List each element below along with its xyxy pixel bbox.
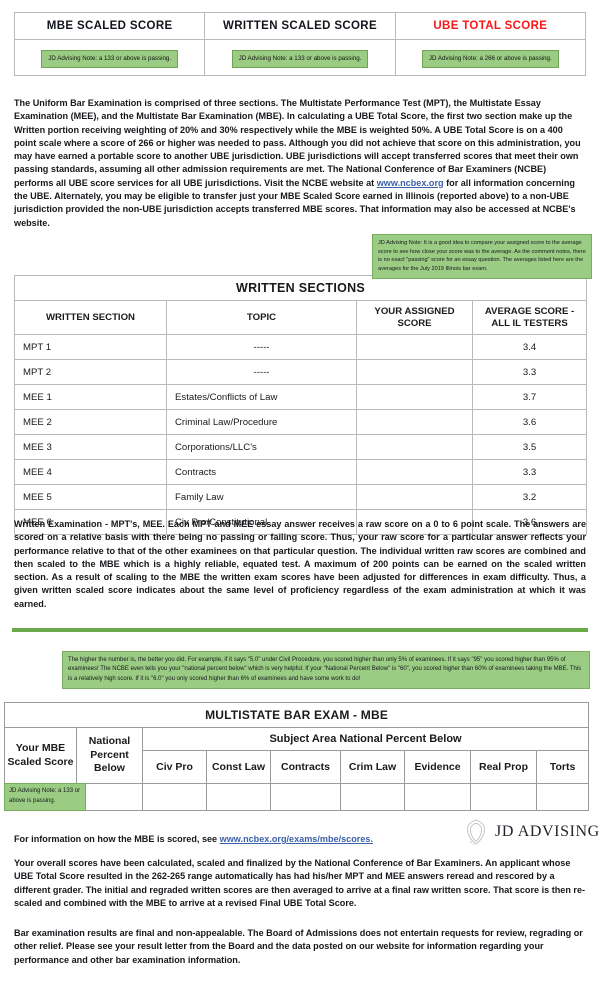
cell-section: MEE 5 — [14, 484, 167, 510]
cell-average: 3.5 — [471, 434, 588, 460]
cell-assigned — [356, 459, 473, 485]
col-header-civ-pro: Civ Pro — [142, 750, 207, 784]
cell-torts — [535, 783, 590, 811]
col-header-evidence: Evidence — [404, 750, 471, 784]
cell-topic: ----- — [166, 334, 357, 360]
cell-average: 3.6 — [471, 409, 588, 435]
cell-topic: Corporations/LLC's — [166, 434, 357, 460]
col-header-written-section: WRITTEN SECTION — [14, 300, 167, 335]
col-header-your-assigned-score: YOUR ASSIGNED SCORE — [356, 300, 473, 335]
mbe-scaled-score-header: MBE SCALED SCORE — [13, 12, 206, 40]
table-row: MEE 2 Criminal Law/Procedure 3.6 — [14, 409, 588, 435]
mbe-passing-note: JD Advising Note: a 133 or above is pass… — [41, 49, 179, 69]
col-header-const-law: Const Law — [206, 750, 271, 784]
table-row: MEE 1 Estates/Conflicts of Law 3.7 — [14, 384, 588, 410]
col-header-your-mbe-scaled-score: Your MBE Scaled Score — [4, 727, 77, 784]
written-scaled-score-header: WRITTEN SCALED SCORE — [204, 12, 396, 40]
cell-contracts — [270, 783, 341, 811]
cell-assigned — [356, 384, 473, 410]
col-header-topic: TOPIC — [166, 300, 357, 335]
table-row: MEE 5 Family Law 3.2 — [14, 484, 588, 510]
score-summary-value-row: JD Advising Note: a 133 or above is pass… — [13, 39, 587, 76]
table-row: JD Advising Note: a 133 or above is pass… — [4, 783, 590, 811]
cell-evidence — [404, 783, 471, 811]
col-header-crim-law: Crim Law — [340, 750, 405, 784]
cell-const-law — [206, 783, 271, 811]
ube-passing-note: JD Advising Note: a 266 or above is pass… — [421, 49, 559, 69]
mbe-table: MULTISTATE BAR EXAM - MBE Your MBE Scale… — [3, 702, 590, 811]
intro-text-part-1: The Uniform Bar Examination is comprised… — [14, 98, 581, 188]
jd-advising-logo: JD ADVISING — [463, 818, 600, 846]
cell-section: MEE 3 — [14, 434, 167, 460]
cell-assigned — [356, 334, 473, 360]
ube-total-score-header: UBE TOTAL SCORE — [394, 12, 587, 40]
cell-assigned — [356, 434, 473, 460]
cell-section: MEE 4 — [14, 459, 167, 485]
score-summary-table: MBE SCALED SCORE WRITTEN SCALED SCORE UB… — [13, 12, 587, 76]
cell-average: 3.3 — [471, 459, 588, 485]
col-header-torts: Torts — [535, 750, 590, 784]
score-summary-header-row: MBE SCALED SCORE WRITTEN SCALED SCORE UB… — [13, 12, 587, 40]
essay-average-advising-note: JD Advising Note: It is a good idea to c… — [372, 234, 592, 279]
cell-national-percent-below — [76, 783, 143, 811]
cell-average: 3.4 — [471, 334, 588, 360]
cell-topic: Criminal Law/Procedure — [166, 409, 357, 435]
green-divider — [12, 628, 588, 632]
table-row: MPT 1 ----- 3.4 — [14, 334, 588, 360]
cell-civ-pro — [142, 783, 207, 811]
written-sections-title-row: WRITTEN SECTIONS — [13, 275, 588, 301]
closing-paragraph-2: Bar examination results are final and no… — [14, 928, 583, 965]
mbe-scaled-score-cell: JD Advising Note: a 133 or above is pass… — [13, 39, 206, 76]
cell-topic: Family Law — [166, 484, 357, 510]
mbe-scores-link[interactable]: www.ncbex.org/exams/mbe/scores. — [220, 834, 373, 844]
written-passing-note: JD Advising Note: a 133 or above is pass… — [231, 49, 369, 69]
ncbex-link[interactable]: www.ncbex.org — [377, 178, 444, 188]
mbe-passing-score-note: JD Advising Note: a 133 or above is pass… — [4, 783, 86, 811]
intro-paragraph: The Uniform Bar Examination is comprised… — [14, 97, 586, 230]
col-header-contracts: Contracts — [270, 750, 341, 784]
col-header-average-score: AVERAGE SCORE - ALL IL TESTERS — [471, 300, 588, 335]
cell-section: MPT 1 — [14, 334, 167, 360]
score-report-page: MBE SCALED SCORE WRITTEN SCALED SCORE UB… — [0, 0, 600, 986]
cell-section: MEE 2 — [14, 409, 167, 435]
cell-average: 3.2 — [471, 484, 588, 510]
written-sections-table: WRITTEN SECTIONS WRITTEN SECTION TOPIC Y… — [13, 275, 588, 535]
cell-your-mbe-scaled-score: JD Advising Note: a 133 or above is pass… — [4, 783, 86, 811]
mbe-percent-below-advising-note: The higher the number is, the better you… — [62, 651, 590, 690]
written-scaled-score-cell: JD Advising Note: a 133 or above is pass… — [204, 39, 396, 76]
ube-total-score-cell: JD Advising Note: a 266 or above is pass… — [394, 39, 587, 76]
mbe-info-line: For information on how the MBE is scored… — [14, 833, 464, 846]
mbe-info-text: For information on how the MBE is scored… — [14, 834, 220, 844]
cell-topic: ----- — [166, 359, 357, 385]
col-header-real-prop: Real Prop — [470, 750, 537, 784]
written-exam-paragraph: Written Examination - MPT's, MEE. Each M… — [14, 519, 586, 609]
cell-crim-law — [340, 783, 405, 811]
cell-topic: Estates/Conflicts of Law — [166, 384, 357, 410]
cell-section: MPT 2 — [14, 359, 167, 385]
cell-assigned — [356, 359, 473, 385]
jd-advising-logo-text: JD ADVISING — [495, 823, 600, 840]
mbe-group-header-row: Your MBE Scaled Score National Percent B… — [4, 727, 590, 784]
col-header-national-percent-below: National Percent Below — [76, 727, 143, 784]
table-row: MEE 4 Contracts 3.3 — [14, 459, 588, 485]
cell-average: 3.3 — [471, 359, 588, 385]
cell-topic: Contracts — [166, 459, 357, 485]
cell-real-prop — [470, 783, 537, 811]
jd-advising-seal-icon — [467, 819, 485, 845]
cell-assigned — [356, 409, 473, 435]
cell-average: 3.7 — [471, 384, 588, 410]
closing-paragraph-1: Your overall scores have been calculated… — [14, 858, 586, 908]
col-group-header-subject-area: Subject Area National Percent Below — [141, 727, 590, 751]
written-sections-header-row: WRITTEN SECTION TOPIC YOUR ASSIGNED SCOR… — [14, 300, 588, 335]
table-row: MPT 2 ----- 3.3 — [14, 359, 588, 385]
table-row: MEE 3 Corporations/LLC's 3.5 — [14, 434, 588, 460]
cell-section: MEE 1 — [14, 384, 167, 410]
cell-assigned — [356, 484, 473, 510]
written-sections-title: WRITTEN SECTIONS — [13, 275, 588, 301]
mbe-table-title: MULTISTATE BAR EXAM - MBE — [3, 702, 590, 728]
mbe-title-row: MULTISTATE BAR EXAM - MBE — [3, 702, 590, 728]
